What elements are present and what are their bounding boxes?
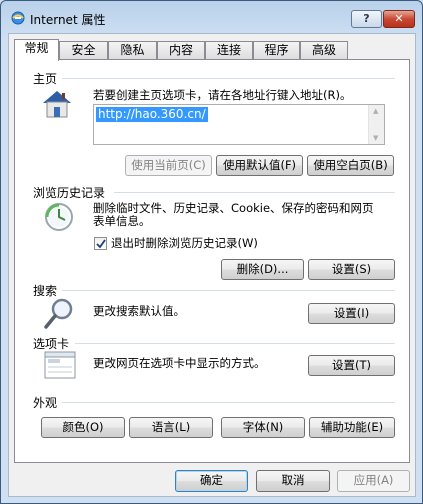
url-scrollbar[interactable]: ▲ ▼ — [368, 105, 384, 144]
home-icon — [43, 91, 71, 118]
apply-button[interactable]: 应用(A) — [337, 470, 410, 492]
delete-history-button[interactable]: 删除(D)... — [221, 259, 304, 280]
languages-button[interactable]: 语言(L) — [129, 417, 213, 438]
fonts-button[interactable]: 字体(N) — [221, 417, 305, 438]
history-settings-button[interactable]: 设置(S) — [308, 259, 395, 280]
tab-general[interactable]: 常规 — [14, 39, 59, 61]
tab-privacy[interactable]: 隐私 — [108, 41, 157, 60]
internet-explorer-icon — [11, 11, 25, 25]
window-title: Internet 属性 — [30, 13, 106, 27]
section-divider — [114, 192, 395, 193]
tab-connections[interactable]: 连接 — [205, 41, 253, 60]
tabs-description: 更改网页在选项卡中显示的方式。 — [93, 356, 266, 370]
search-description: 更改搜索默认值。 — [93, 304, 185, 318]
tabs-window-icon — [44, 351, 76, 379]
section-divider — [62, 290, 395, 291]
dialog-client: 常规 安全 隐私 内容 连接 程序 高级 主页 若要创建主页选项卡，请在各地址行… — [8, 33, 416, 497]
help-button[interactable]: ? — [351, 10, 382, 28]
checkmark-icon — [96, 239, 106, 249]
search-magnifier-icon — [44, 298, 73, 329]
general-panel: 主页 若要创建主页选项卡，请在各地址行键入地址(R)。 http://hao.3… — [14, 59, 410, 463]
ok-button[interactable]: 确定 — [175, 470, 248, 492]
tab-security[interactable]: 安全 — [59, 41, 108, 60]
home-url-text: http://hao.360.cn/ — [96, 107, 208, 122]
tab-programs[interactable]: 程序 — [253, 41, 300, 60]
search-settings-button[interactable]: 设置(I) — [308, 303, 395, 324]
use-blank-button[interactable]: 使用空白页(B) — [307, 155, 394, 176]
tab-advanced[interactable]: 高级 — [300, 41, 348, 60]
delete-on-exit-checkbox[interactable] — [94, 237, 107, 250]
history-description-line2: 表单信息。 — [93, 214, 151, 228]
home-section-title: 主页 — [33, 72, 58, 86]
home-url-input[interactable]: http://hao.360.cn/ ▲ ▼ — [93, 104, 385, 145]
tab-content[interactable]: 内容 — [157, 41, 205, 60]
appearance-section-title: 外观 — [33, 396, 58, 410]
section-divider — [62, 78, 395, 79]
close-button[interactable]: ✕ — [383, 10, 415, 28]
home-description: 若要创建主页选项卡，请在各地址行键入地址(R)。 — [93, 88, 352, 102]
title-bar[interactable]: Internet 属性 ? ✕ — [1, 1, 422, 33]
tabs-settings-button[interactable]: 设置(T) — [308, 355, 395, 376]
use-current-button[interactable]: 使用当前页(C) — [125, 155, 212, 176]
delete-on-exit-label[interactable]: 退出时删除浏览历史记录(W) — [111, 237, 258, 250]
scroll-down-icon: ▼ — [373, 134, 379, 142]
accessibility-button[interactable]: 辅助功能(E) — [309, 417, 395, 438]
scroll-up-icon: ▲ — [373, 107, 379, 115]
colors-button[interactable]: 颜色(O) — [41, 417, 125, 438]
section-divider — [75, 343, 395, 344]
cancel-button[interactable]: 取消 — [256, 470, 330, 492]
history-clock-icon — [45, 203, 73, 231]
dialog-window: Internet 属性 ? ✕ 常规 安全 隐私 内容 连接 程序 高级 主页 … — [0, 0, 423, 504]
section-divider — [62, 402, 395, 403]
history-section-title: 浏览历史记录 — [33, 186, 106, 200]
use-default-button[interactable]: 使用默认值(F) — [216, 155, 303, 176]
